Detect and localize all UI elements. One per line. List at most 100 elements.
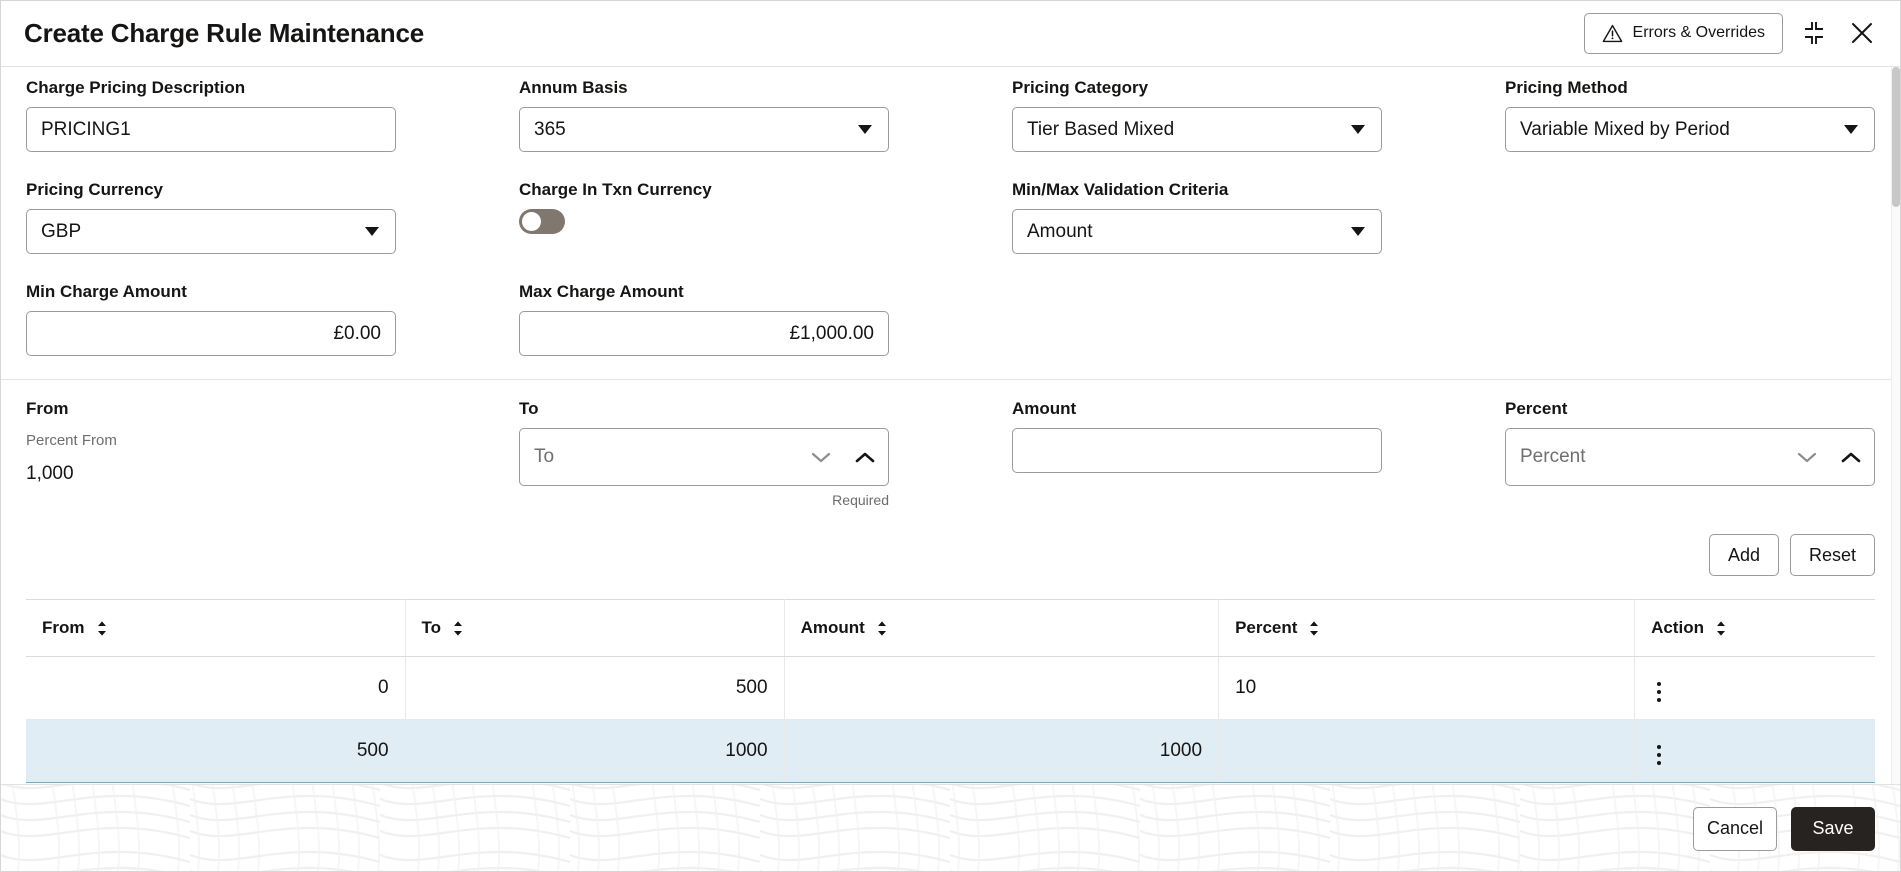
form-row-2: Pricing Currency GBP Charge In Txn Curre… (26, 169, 1875, 254)
form-row-1: Charge Pricing Description PRICING1 Annu… (26, 67, 1875, 152)
pricing-category-select[interactable]: Tier Based Mixed (1012, 107, 1382, 152)
charge-details-section: Charge Pricing Description PRICING1 Annu… (0, 67, 1901, 380)
column-header-amount[interactable]: Amount (784, 600, 1219, 657)
field-pricing-category: Pricing Category Tier Based Mixed (1012, 67, 1382, 152)
percent-number-input[interactable]: Percent (1505, 428, 1875, 486)
field-max-charge-amount: Max Charge Amount £1,000.00 (519, 271, 889, 356)
app-background: Create Charge Rule Maintenance Errors & … (0, 0, 1901, 872)
field-minmax-validation-criteria: Min/Max Validation Criteria Amount (1012, 169, 1382, 254)
chevron-down-icon (1351, 125, 1365, 134)
close-icon (1849, 20, 1875, 46)
charge-pricing-description-value: PRICING1 (41, 120, 131, 139)
label-min-charge-amount: Min Charge Amount (26, 282, 396, 302)
chevron-down-icon (858, 125, 872, 134)
pricing-currency-value: GBP (41, 222, 81, 241)
form-row-3: Min Charge Amount £0.00 Max Charge Amoun… (26, 271, 1875, 356)
cell-to: 1000 (405, 720, 784, 783)
annum-basis-select[interactable]: 365 (519, 107, 889, 152)
field-spacer-row2 (1505, 169, 1875, 254)
label-charge-pricing-description: Charge Pricing Description (26, 78, 396, 98)
label-minmax-validation-criteria: Min/Max Validation Criteria (1012, 180, 1382, 200)
to-placeholder: To (534, 446, 554, 468)
cell-percent: 10 (1219, 657, 1635, 720)
tier-table-wrap: From (0, 599, 1901, 783)
to-spinner (810, 450, 876, 464)
spinner-up-icon[interactable] (854, 450, 876, 464)
percent-placeholder: Percent (1520, 446, 1585, 468)
min-charge-amount-input[interactable]: £0.00 (26, 311, 396, 356)
table-row[interactable]: 0 500 10 (26, 657, 1875, 720)
cell-from: 0 (26, 657, 405, 720)
column-label-action: Action (1651, 618, 1704, 638)
field-spacer-row3-b (1505, 271, 1875, 356)
collapse-icon-button[interactable] (1797, 16, 1831, 50)
tier-entry-row: From Percent From 1,000 To To (26, 388, 1875, 508)
dialog-footer: Cancel Save (0, 785, 1901, 872)
field-charge-in-txn-currency: Charge In Txn Currency (519, 169, 889, 254)
field-pricing-method: Pricing Method Variable Mixed by Period (1505, 67, 1875, 152)
dialog-body: Charge Pricing Description PRICING1 Annu… (0, 67, 1901, 785)
row-menu-icon[interactable] (1651, 678, 1667, 706)
tier-entry-section: From Percent From 1,000 To To (0, 380, 1901, 508)
close-icon-button[interactable] (1845, 16, 1879, 50)
cell-from: 500 (26, 720, 405, 783)
spinner-up-icon[interactable] (1840, 450, 1862, 464)
body-scrollbar-thumb[interactable] (1892, 67, 1900, 207)
column-header-action[interactable]: Action (1635, 600, 1875, 657)
label-pricing-method: Pricing Method (1505, 78, 1875, 98)
min-charge-amount-value: £0.00 (333, 324, 381, 343)
errors-and-overrides-label: Errors & Overrides (1633, 24, 1765, 42)
errors-and-overrides-button[interactable]: Errors & Overrides (1584, 13, 1783, 54)
spinner-down-icon[interactable] (810, 450, 832, 464)
table-row[interactable]: 500 1000 1000 (26, 720, 1875, 783)
max-charge-amount-value: £1,000.00 (789, 324, 874, 343)
pricing-method-value: Variable Mixed by Period (1520, 120, 1730, 139)
pagination: Page 1 of 1 (1-2 of 2 items) (0, 783, 1901, 785)
label-annum-basis: Annum Basis (519, 78, 889, 98)
label-pricing-category: Pricing Category (1012, 78, 1382, 98)
to-number-input[interactable]: To (519, 428, 889, 486)
row-menu-icon[interactable] (1651, 741, 1667, 769)
pricing-method-select[interactable]: Variable Mixed by Period (1505, 107, 1875, 152)
field-spacer-row3-a (1012, 271, 1382, 356)
max-charge-amount-input[interactable]: £1,000.00 (519, 311, 889, 356)
warning-triangle-icon (1602, 24, 1623, 43)
save-button[interactable]: Save (1791, 807, 1875, 851)
field-to: To To (519, 388, 889, 508)
cell-amount: 1000 (784, 720, 1219, 783)
cell-action (1635, 657, 1875, 720)
sort-icon[interactable] (1715, 620, 1727, 637)
column-header-from[interactable]: From (26, 600, 405, 657)
field-min-charge-amount: Min Charge Amount £0.00 (26, 271, 396, 356)
charge-in-txn-currency-toggle[interactable] (519, 209, 565, 234)
page-title: Create Charge Rule Maintenance (24, 18, 424, 49)
cell-action (1635, 720, 1875, 783)
percent-spinner (1796, 450, 1862, 464)
sort-icon[interactable] (452, 620, 464, 637)
cell-amount (784, 657, 1219, 720)
field-from: From Percent From 1,000 (26, 388, 396, 508)
minmax-validation-criteria-select[interactable]: Amount (1012, 209, 1382, 254)
cancel-button[interactable]: Cancel (1693, 807, 1777, 851)
dialog-titlebar: Create Charge Rule Maintenance Errors & … (0, 0, 1901, 67)
sort-icon[interactable] (876, 620, 888, 637)
column-label-percent: Percent (1235, 618, 1297, 638)
amount-input[interactable] (1012, 428, 1382, 473)
spinner-down-icon[interactable] (1796, 450, 1818, 464)
add-button[interactable]: Add (1709, 534, 1779, 576)
sort-icon[interactable] (96, 620, 108, 637)
column-header-percent[interactable]: Percent (1219, 600, 1635, 657)
chevron-down-icon (1844, 125, 1858, 134)
body-scrollbar-track[interactable] (1891, 67, 1901, 784)
pricing-currency-select[interactable]: GBP (26, 209, 396, 254)
sort-icon[interactable] (1308, 620, 1320, 637)
chevron-down-icon (365, 227, 379, 236)
charge-pricing-description-input[interactable]: PRICING1 (26, 107, 396, 152)
field-charge-pricing-description: Charge Pricing Description PRICING1 (26, 67, 396, 152)
field-annum-basis: Annum Basis 365 (519, 67, 889, 152)
chevron-down-icon (1351, 227, 1365, 236)
column-header-to[interactable]: To (405, 600, 784, 657)
cell-to: 500 (405, 657, 784, 720)
reset-button[interactable]: Reset (1790, 534, 1875, 576)
label-from: From (26, 399, 396, 419)
